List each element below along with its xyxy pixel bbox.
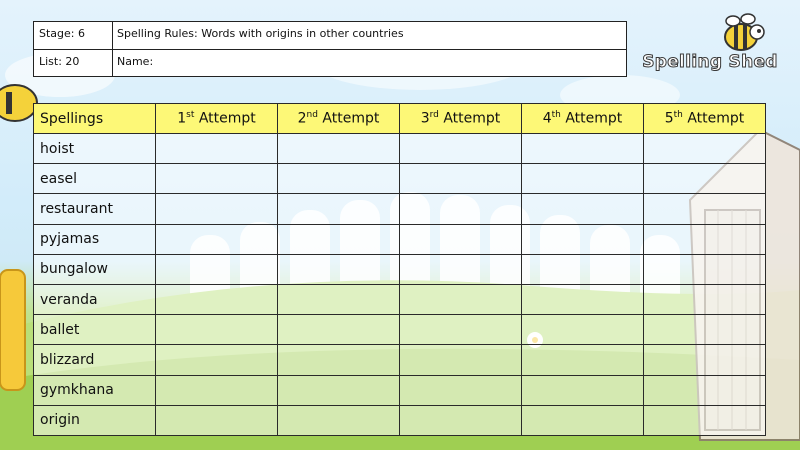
- attempt-cell[interactable]: [155, 314, 278, 346]
- attempt-1-header: 1st Attempt: [155, 103, 278, 134]
- spelling-shed-logo: Spelling Shed: [640, 10, 780, 80]
- attempt-cell[interactable]: [643, 193, 766, 225]
- attempt-cell[interactable]: [521, 283, 644, 316]
- spelling-grid: Spellings 1st Attempt 2nd Attempt 3rd At…: [33, 103, 766, 437]
- attempt-cell[interactable]: [521, 344, 644, 376]
- attempt-3-header: 3rd Attempt: [399, 103, 522, 134]
- list-label: List: 20: [39, 55, 80, 68]
- attempt-cell[interactable]: [155, 344, 278, 376]
- attempt-cell[interactable]: [521, 253, 644, 285]
- attempt-cell[interactable]: [643, 404, 766, 437]
- table-row: veranda: [33, 283, 766, 316]
- attempt-cell[interactable]: [277, 314, 400, 346]
- attempt-cell[interactable]: [643, 223, 766, 255]
- spelling-word: hoist: [33, 132, 156, 165]
- attempt-cell[interactable]: [521, 132, 644, 165]
- attempt-cell[interactable]: [277, 283, 400, 316]
- attempt-cell[interactable]: [399, 253, 522, 285]
- attempt-cell[interactable]: [155, 132, 278, 165]
- attempt-cell[interactable]: [277, 404, 400, 437]
- spelling-word: ballet: [33, 314, 156, 346]
- attempt-cell[interactable]: [399, 132, 522, 165]
- attempt-cell[interactable]: [277, 193, 400, 225]
- spelling-word: bungalow: [33, 253, 156, 285]
- spelling-word: origin: [33, 404, 156, 437]
- attempt-5-header: 5th Attempt: [643, 103, 766, 134]
- table-row: pyjamas: [33, 223, 766, 255]
- attempt-cell[interactable]: [155, 404, 278, 437]
- table-row: bungalow: [33, 253, 766, 285]
- attempt-cell[interactable]: [643, 132, 766, 165]
- attempt-2-header: 2nd Attempt: [277, 103, 400, 134]
- attempt-cell[interactable]: [643, 283, 766, 316]
- attempt-cell[interactable]: [155, 193, 278, 225]
- table-row: hoist: [33, 132, 766, 165]
- spelling-word: veranda: [33, 283, 156, 316]
- table-row: origin: [33, 404, 766, 437]
- table-row: ballet: [33, 314, 766, 346]
- table-row: easel: [33, 163, 766, 195]
- attempt-cell[interactable]: [277, 132, 400, 165]
- spelling-word: easel: [33, 163, 156, 195]
- logo-text: Spelling Shed: [642, 52, 778, 73]
- table-row: restaurant: [33, 193, 766, 225]
- spelling-word: blizzard: [33, 344, 156, 376]
- spellings-column-header: Spellings: [33, 103, 156, 134]
- attempt-cell[interactable]: [643, 314, 766, 346]
- table-row: gymkhana: [33, 374, 766, 406]
- attempt-cell[interactable]: [277, 163, 400, 195]
- attempt-cell[interactable]: [277, 374, 400, 406]
- attempt-cell[interactable]: [399, 283, 522, 316]
- attempt-cell[interactable]: [155, 283, 278, 316]
- stage-label: Stage: 6: [39, 27, 85, 40]
- attempt-cell[interactable]: [277, 253, 400, 285]
- attempt-cell[interactable]: [399, 223, 522, 255]
- attempt-cell[interactable]: [521, 404, 644, 437]
- spelling-rule-label: Spelling Rules: Words with origins in ot…: [117, 27, 404, 40]
- spelling-word: restaurant: [33, 193, 156, 225]
- spelling-word: gymkhana: [33, 374, 156, 406]
- attempt-4-header: 4th Attempt: [521, 103, 644, 134]
- attempt-cell[interactable]: [399, 404, 522, 437]
- attempt-cell[interactable]: [521, 314, 644, 346]
- attempt-cell[interactable]: [521, 223, 644, 255]
- table-row: blizzard: [33, 344, 766, 376]
- attempt-cell[interactable]: [155, 374, 278, 406]
- attempt-cell[interactable]: [155, 163, 278, 195]
- bee-icon: [724, 13, 765, 51]
- attempt-cell[interactable]: [521, 193, 644, 225]
- attempt-cell[interactable]: [399, 193, 522, 225]
- header-divider-horizontal: [34, 49, 626, 50]
- attempt-cell[interactable]: [399, 374, 522, 406]
- attempt-cell[interactable]: [155, 253, 278, 285]
- attempt-cell[interactable]: [399, 163, 522, 195]
- attempt-cell[interactable]: [277, 344, 400, 376]
- spelling-word: pyjamas: [33, 223, 156, 255]
- attempt-cell[interactable]: [643, 344, 766, 376]
- worksheet-header: Stage: 6 List: 20 Spelling Rules: Words …: [33, 21, 627, 77]
- attempt-cell[interactable]: [521, 163, 644, 195]
- attempt-cell[interactable]: [277, 223, 400, 255]
- name-label: Name:: [117, 55, 154, 68]
- attempt-cell[interactable]: [643, 163, 766, 195]
- attempt-cell[interactable]: [399, 314, 522, 346]
- attempt-cell[interactable]: [399, 344, 522, 376]
- grid-header-row: Spellings 1st Attempt 2nd Attempt 3rd At…: [33, 103, 766, 134]
- attempt-cell[interactable]: [155, 223, 278, 255]
- attempt-cell[interactable]: [643, 253, 766, 285]
- attempt-cell[interactable]: [643, 374, 766, 406]
- attempt-cell[interactable]: [521, 374, 644, 406]
